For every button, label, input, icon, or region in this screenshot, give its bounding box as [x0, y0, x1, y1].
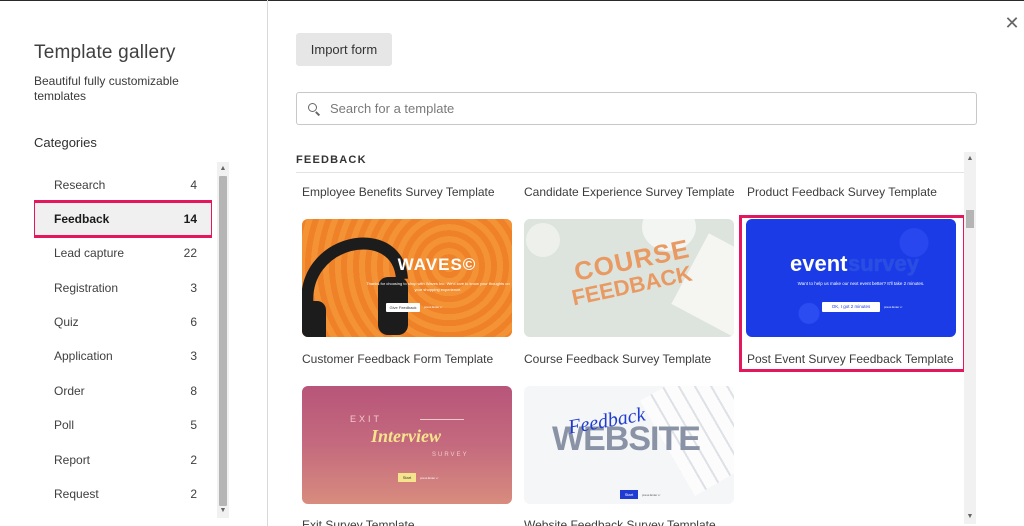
close-icon[interactable]: ✕ — [1003, 14, 1021, 32]
exit-word: EXIT — [350, 414, 383, 424]
category-label: Feedback — [54, 212, 110, 226]
category-count: 14 — [183, 212, 197, 226]
category-feedback[interactable]: Feedback 14 — [34, 200, 212, 238]
waves-brand: WAVES© — [397, 255, 477, 274]
template-label-exit-survey[interactable]: Exit Survey Template — [302, 518, 415, 526]
search-input[interactable] — [330, 101, 950, 116]
category-count: 4 — [190, 178, 197, 192]
template-card-website-feedback[interactable]: WEBSITE Feedback Start press Enter ↵ — [524, 386, 734, 504]
category-label: Request — [54, 487, 99, 501]
waves-intro-text: Thanks for choosing to shop with Waves I… — [366, 281, 510, 292]
survey-word: SURVEY — [432, 452, 469, 458]
event-intro-text: Want to help us make our next event bett… — [797, 281, 925, 286]
cup-shape — [526, 223, 560, 257]
categories-heading: Categories — [34, 135, 97, 150]
category-label: Lead capture — [54, 246, 125, 260]
category-research[interactable]: Research 4 — [34, 168, 212, 202]
exit-press-enter: press Enter ↵ — [420, 476, 439, 480]
category-request[interactable]: Request 2 — [34, 477, 212, 511]
template-label-course-feedback[interactable]: Course Feedback Survey Template — [524, 352, 711, 366]
section-divider — [296, 172, 964, 173]
category-count: 22 — [183, 246, 197, 260]
scrollbar-thumb[interactable] — [966, 210, 974, 228]
category-label: Report — [54, 453, 91, 467]
search-icon — [307, 102, 321, 116]
category-lead-capture[interactable]: Lead capture 22 — [34, 236, 212, 270]
category-quiz[interactable]: Quiz 6 — [34, 305, 212, 339]
template-label-candidate-experience[interactable]: Candidate Experience Survey Template — [524, 185, 735, 199]
website-start-button: Start — [620, 490, 638, 499]
interview-word: Interview — [371, 426, 441, 446]
category-label: Registration — [54, 281, 119, 295]
search-box[interactable] — [296, 92, 977, 125]
waves-press-enter: press Enter ↵ — [424, 305, 443, 309]
gallery-subtitle: Beautiful fully customizable templates — [34, 74, 179, 100]
scroll-down-icon[interactable]: ▼ — [219, 506, 227, 516]
survey-word: survey — [848, 251, 919, 276]
category-label: Research — [54, 178, 106, 192]
category-label: Application — [54, 349, 113, 363]
template-label-customer-feedback[interactable]: Customer Feedback Form Template — [302, 352, 493, 366]
sidebar: Template gallery Beautiful fully customi… — [0, 0, 268, 526]
category-list: Research 4 Feedback 14 Lead capture 22 R… — [34, 168, 212, 518]
scroll-down-icon[interactable]: ▼ — [966, 512, 974, 522]
category-count: 5 — [190, 418, 197, 432]
category-label: Poll — [54, 418, 75, 432]
scroll-up-icon[interactable]: ▲ — [966, 154, 974, 164]
category-count: 2 — [190, 453, 197, 467]
waves-give-feedback-button: Give Feedback — [386, 303, 420, 312]
scroll-up-icon[interactable]: ▲ — [219, 164, 227, 174]
template-label-employee-benefits[interactable]: Employee Benefits Survey Template — [302, 185, 495, 199]
template-card-post-event[interactable]: event survey Want to help us make our ne… — [746, 219, 956, 337]
headphones-image — [302, 237, 408, 337]
template-label-post-event[interactable]: Post Event Survey Feedback Template — [747, 352, 954, 366]
event-ok-button: OK, I got 2 minutes — [822, 302, 880, 312]
template-label-website-feedback[interactable]: Website Feedback Survey Template — [524, 518, 716, 526]
template-card-course-feedback[interactable]: COURSE FEEDBACK — [524, 219, 734, 337]
category-report[interactable]: Report 2 — [34, 443, 212, 477]
category-application[interactable]: Application 3 — [34, 339, 212, 373]
category-poll[interactable]: Poll 5 — [34, 408, 212, 442]
category-count: 2 — [190, 487, 197, 501]
section-heading: FEEDBACK — [296, 154, 367, 166]
template-label-product-feedback[interactable]: Product Feedback Survey Template — [747, 185, 937, 199]
import-form-button[interactable]: Import form — [296, 33, 392, 66]
category-registration[interactable]: Registration 3 — [34, 271, 212, 305]
exit-start-button: Start — [398, 473, 416, 482]
category-scrollbar[interactable]: ▲ ▼ — [217, 162, 229, 518]
template-card-exit-survey[interactable]: EXIT Interview SURVEY Start press Enter … — [302, 386, 512, 504]
gallery-title: Template gallery — [34, 42, 176, 63]
scrollbar-thumb[interactable] — [219, 176, 227, 506]
category-count: 3 — [190, 281, 197, 295]
category-count: 6 — [190, 315, 197, 329]
website-press-enter: press Enter ↵ — [642, 493, 661, 497]
category-label: Quiz — [54, 315, 79, 329]
category-count: 3 — [190, 349, 197, 363]
category-order[interactable]: Order 8 — [34, 374, 212, 408]
template-card-customer-feedback[interactable]: WAVES© Thanks for choosing to shop with … — [302, 219, 512, 337]
template-scrollbar[interactable]: ▲ ▼ — [964, 152, 976, 524]
category-count: 8 — [190, 384, 197, 398]
event-press-enter: press Enter ↵ — [884, 305, 903, 309]
event-word: event — [790, 251, 848, 276]
category-label: Order — [54, 384, 85, 398]
